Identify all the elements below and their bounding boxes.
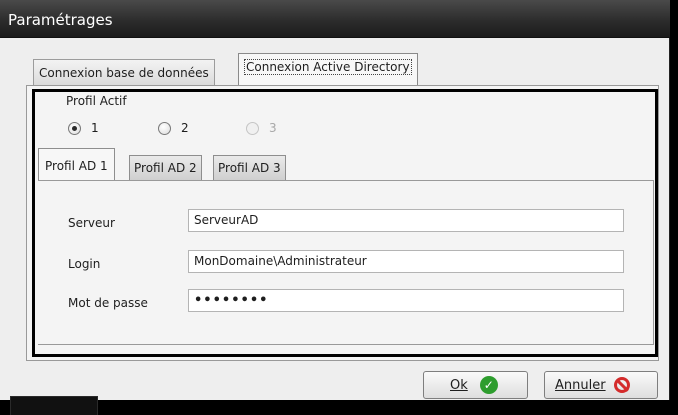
- title-bar[interactable]: Paramétrages: [0, 0, 670, 38]
- login-label: Login: [68, 257, 101, 271]
- serveur-input[interactable]: ServeurAD: [188, 209, 624, 232]
- window-title: Paramétrages: [8, 11, 113, 29]
- tab-label: Profil AD 3: [218, 161, 281, 175]
- settings-dialog: Paramétrages Connexion base de données C…: [0, 0, 670, 400]
- radio-button-disabled-icon: [246, 121, 259, 135]
- prohibited-icon: [613, 377, 630, 393]
- radio-label: 2: [181, 121, 189, 135]
- tab-profil-ad-2[interactable]: Profil AD 2: [129, 155, 202, 180]
- cancel-button-label: Annuler: [555, 377, 606, 393]
- radio-label: 1: [91, 121, 99, 135]
- background-strip: [0, 400, 678, 415]
- tab-connexion-base-de-donnees[interactable]: Connexion base de données: [33, 59, 215, 87]
- ok-button[interactable]: Ok ✓: [423, 371, 528, 399]
- login-input[interactable]: MonDomaine\Administrateur: [188, 250, 624, 273]
- password-input[interactable]: ••••••••: [188, 289, 624, 312]
- radio-button-icon[interactable]: [158, 121, 171, 135]
- check-circle-icon: ✓: [479, 376, 498, 394]
- tab-label: Profil AD 1: [45, 159, 108, 173]
- tab-profil-ad-3[interactable]: Profil AD 3: [213, 155, 286, 180]
- serveur-label: Serveur: [68, 216, 115, 230]
- radio-label: 3: [269, 121, 277, 135]
- tab-label: Connexion base de données: [39, 66, 209, 80]
- mot-de-passe-label: Mot de passe: [68, 296, 148, 310]
- ok-button-label: Ok: [450, 377, 468, 393]
- cancel-button[interactable]: Annuler: [544, 371, 658, 399]
- tab-label: Connexion Active Directory: [244, 59, 412, 75]
- radio-button-checked-icon[interactable]: [68, 121, 81, 135]
- profil-actif-label: Profil Actif: [66, 94, 127, 108]
- radio-profil-2[interactable]: 2: [158, 121, 189, 135]
- tab-profil-ad-1[interactable]: Profil AD 1: [38, 148, 115, 180]
- tab-label: Profil AD 2: [134, 161, 197, 175]
- radio-profil-1[interactable]: 1: [68, 121, 99, 135]
- tab-connexion-active-directory[interactable]: Connexion Active Directory: [238, 53, 418, 86]
- radio-profil-3: 3: [246, 121, 277, 135]
- background-taskbar-tab: [10, 396, 98, 415]
